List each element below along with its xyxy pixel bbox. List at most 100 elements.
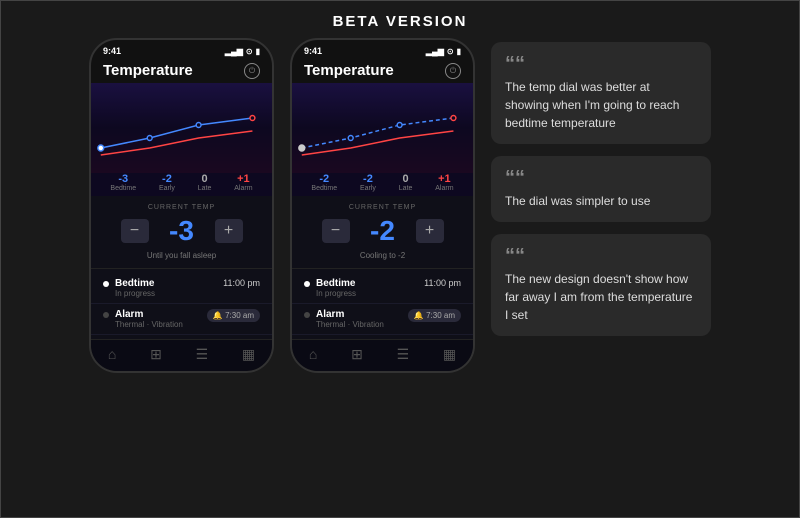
schedule-sub-alarm-1: Thermal · Vibration: [115, 320, 201, 329]
label-val-alarm-2: +1: [435, 173, 453, 185]
quote-text-2: The dial was simpler to use: [505, 192, 697, 210]
schedule-sub-bedtime-2: In progress: [316, 289, 418, 298]
schedule-info-alarm-2: Alarm Thermal · Vibration: [316, 309, 402, 329]
power-icon-1[interactable]: ⏻: [244, 63, 260, 79]
wifi-icon-1: ⊙: [246, 47, 253, 56]
phone-header-2: Temperature ⏻: [292, 58, 473, 83]
temp-controls-1: − -3 +: [103, 215, 260, 247]
status-bar-1: 9:41 ▂▄▆ ⊙ ▮: [91, 40, 272, 58]
schedule-name-bedtime-2: Bedtime: [316, 278, 418, 289]
label-val-bedtime-1: -3: [110, 173, 136, 185]
label-val-alarm-1: +1: [234, 173, 252, 185]
schedule-sub-alarm-2: Thermal · Vibration: [316, 320, 402, 329]
nav-menu-2[interactable]: ☰: [397, 346, 410, 363]
schedule-time-bedtime-2: 11:00 pm: [424, 278, 461, 288]
schedule-sub-bedtime-1: In progress: [115, 289, 217, 298]
schedule-section-1: Bedtime In progress 11:00 pm Alarm Therm…: [91, 268, 272, 339]
schedule-info-bedtime-2: Bedtime In progress: [316, 278, 418, 298]
schedule-dot-bedtime-2: [304, 281, 310, 287]
chart-labels-2: -2 Bedtime -2 Early 0 Late +1 Alarm: [292, 173, 473, 196]
schedule-bedtime-1: Bedtime In progress 11:00 pm: [91, 273, 272, 304]
temp-sub-1: Until you fall asleep: [103, 251, 260, 260]
quote-card-1: ““ The temp dial was better at showing w…: [491, 42, 711, 144]
label-name-late-1: Late: [198, 185, 212, 192]
quote-card-2: ““ The dial was simpler to use: [491, 156, 711, 222]
current-temp-section-2: CURRENT TEMP − -2 + Cooling to -2: [292, 196, 473, 268]
nav-home-2[interactable]: ⌂: [309, 346, 317, 363]
nav-chart-1[interactable]: ▦: [242, 346, 255, 363]
temp-value-2: -2: [358, 215, 408, 247]
temp-sub-2: Cooling to -2: [304, 251, 461, 260]
schedule-name-alarm-2: Alarm: [316, 309, 402, 320]
schedule-dot-alarm-2: [304, 312, 310, 318]
label-name-alarm-2: Alarm: [435, 185, 453, 192]
wifi-icon-2: ⊙: [447, 47, 454, 56]
nav-menu-1[interactable]: ☰: [196, 346, 209, 363]
label-name-bedtime-2: Bedtime: [311, 185, 337, 192]
temp-controls-2: − -2 +: [304, 215, 461, 247]
battery-icon-1: ▮: [256, 47, 260, 56]
nav-grid-1[interactable]: ⊞: [150, 346, 162, 363]
chart-labels-1: -3 Bedtime -2 Early 0 Late +1 Alarm: [91, 173, 272, 196]
label-val-early-2: -2: [360, 173, 376, 185]
nav-chart-2[interactable]: ▦: [443, 346, 456, 363]
current-temp-label-2: CURRENT TEMP: [304, 204, 461, 211]
schedule-badge-alarm-2: 🔔 7:30 am: [408, 309, 461, 322]
quote-mark-1: ““: [505, 54, 697, 74]
battery-icon-2: ▮: [457, 47, 461, 56]
chart-2: [292, 83, 473, 173]
quote-text-1: The temp dial was better at showing when…: [505, 78, 697, 132]
schedule-dot-alarm-1: [103, 312, 109, 318]
power-icon-2[interactable]: ⏻: [445, 63, 461, 79]
label-name-early-2: Early: [360, 185, 376, 192]
schedule-badge-alarm-1: 🔔 7:30 am: [207, 309, 260, 322]
nav-home-1[interactable]: ⌂: [108, 346, 116, 363]
quote-text-3: The new design doesn't show how far away…: [505, 270, 697, 324]
label-name-early-1: Early: [159, 185, 175, 192]
schedule-name-alarm-1: Alarm: [115, 309, 201, 320]
schedule-dot-bedtime-1: [103, 281, 109, 287]
time-2: 9:41: [304, 46, 322, 56]
phone-header-1: Temperature ⏻: [91, 58, 272, 83]
bottom-nav-2: ⌂ ⊞ ☰ ▦: [292, 339, 473, 371]
temp-value-1: -3: [157, 215, 207, 247]
status-bar-2: 9:41 ▂▄▆ ⊙ ▮: [292, 40, 473, 58]
current-temp-label-1: CURRENT TEMP: [103, 204, 260, 211]
quotes-section: ““ The temp dial was better at showing w…: [491, 38, 711, 336]
schedule-info-bedtime-1: Bedtime In progress: [115, 278, 217, 298]
signal-icon-1: ▂▄▆: [225, 47, 243, 56]
label-val-bedtime-2: -2: [311, 173, 337, 185]
signal-icon-2: ▂▄▆: [426, 47, 444, 56]
label-val-late-2: 0: [399, 173, 413, 185]
bottom-nav-1: ⌂ ⊞ ☰ ▦: [91, 339, 272, 371]
schedule-section-2: Bedtime In progress 11:00 pm Alarm Therm…: [292, 268, 473, 339]
page-title: BETA VERSION: [333, 1, 468, 38]
schedule-time-bedtime-1: 11:00 pm: [223, 278, 260, 288]
schedule-alarm-2: Alarm Thermal · Vibration 🔔 7:30 am: [292, 304, 473, 335]
schedule-alarm-1: Alarm Thermal · Vibration 🔔 7:30 am: [91, 304, 272, 335]
temp-minus-2[interactable]: −: [322, 219, 350, 243]
temp-minus-1[interactable]: −: [121, 219, 149, 243]
label-name-late-2: Late: [399, 185, 413, 192]
label-val-early-1: -2: [159, 173, 175, 185]
temp-plus-2[interactable]: +: [416, 219, 444, 243]
phone-1: 9:41 ▂▄▆ ⊙ ▮ Temperature ⏻: [89, 38, 274, 373]
nav-grid-2[interactable]: ⊞: [351, 346, 363, 363]
status-icons-1: ▂▄▆ ⊙ ▮: [225, 47, 260, 56]
status-icons-2: ▂▄▆ ⊙ ▮: [426, 47, 461, 56]
quote-mark-2: ““: [505, 168, 697, 188]
temp-plus-1[interactable]: +: [215, 219, 243, 243]
chart-1: [91, 83, 272, 173]
label-val-late-1: 0: [198, 173, 212, 185]
phone-2: 9:41 ▂▄▆ ⊙ ▮ Temperature ⏻: [290, 38, 475, 373]
schedule-info-alarm-1: Alarm Thermal · Vibration: [115, 309, 201, 329]
temp-title-2: Temperature: [304, 62, 394, 79]
schedule-bedtime-2: Bedtime In progress 11:00 pm: [292, 273, 473, 304]
quote-card-3: ““ The new design doesn't show how far a…: [491, 234, 711, 336]
quote-mark-3: ““: [505, 246, 697, 266]
time-1: 9:41: [103, 46, 121, 56]
label-name-bedtime-1: Bedtime: [110, 185, 136, 192]
label-name-alarm-1: Alarm: [234, 185, 252, 192]
current-temp-section-1: CURRENT TEMP − -3 + Until you fall aslee…: [91, 196, 272, 268]
schedule-name-bedtime-1: Bedtime: [115, 278, 217, 289]
